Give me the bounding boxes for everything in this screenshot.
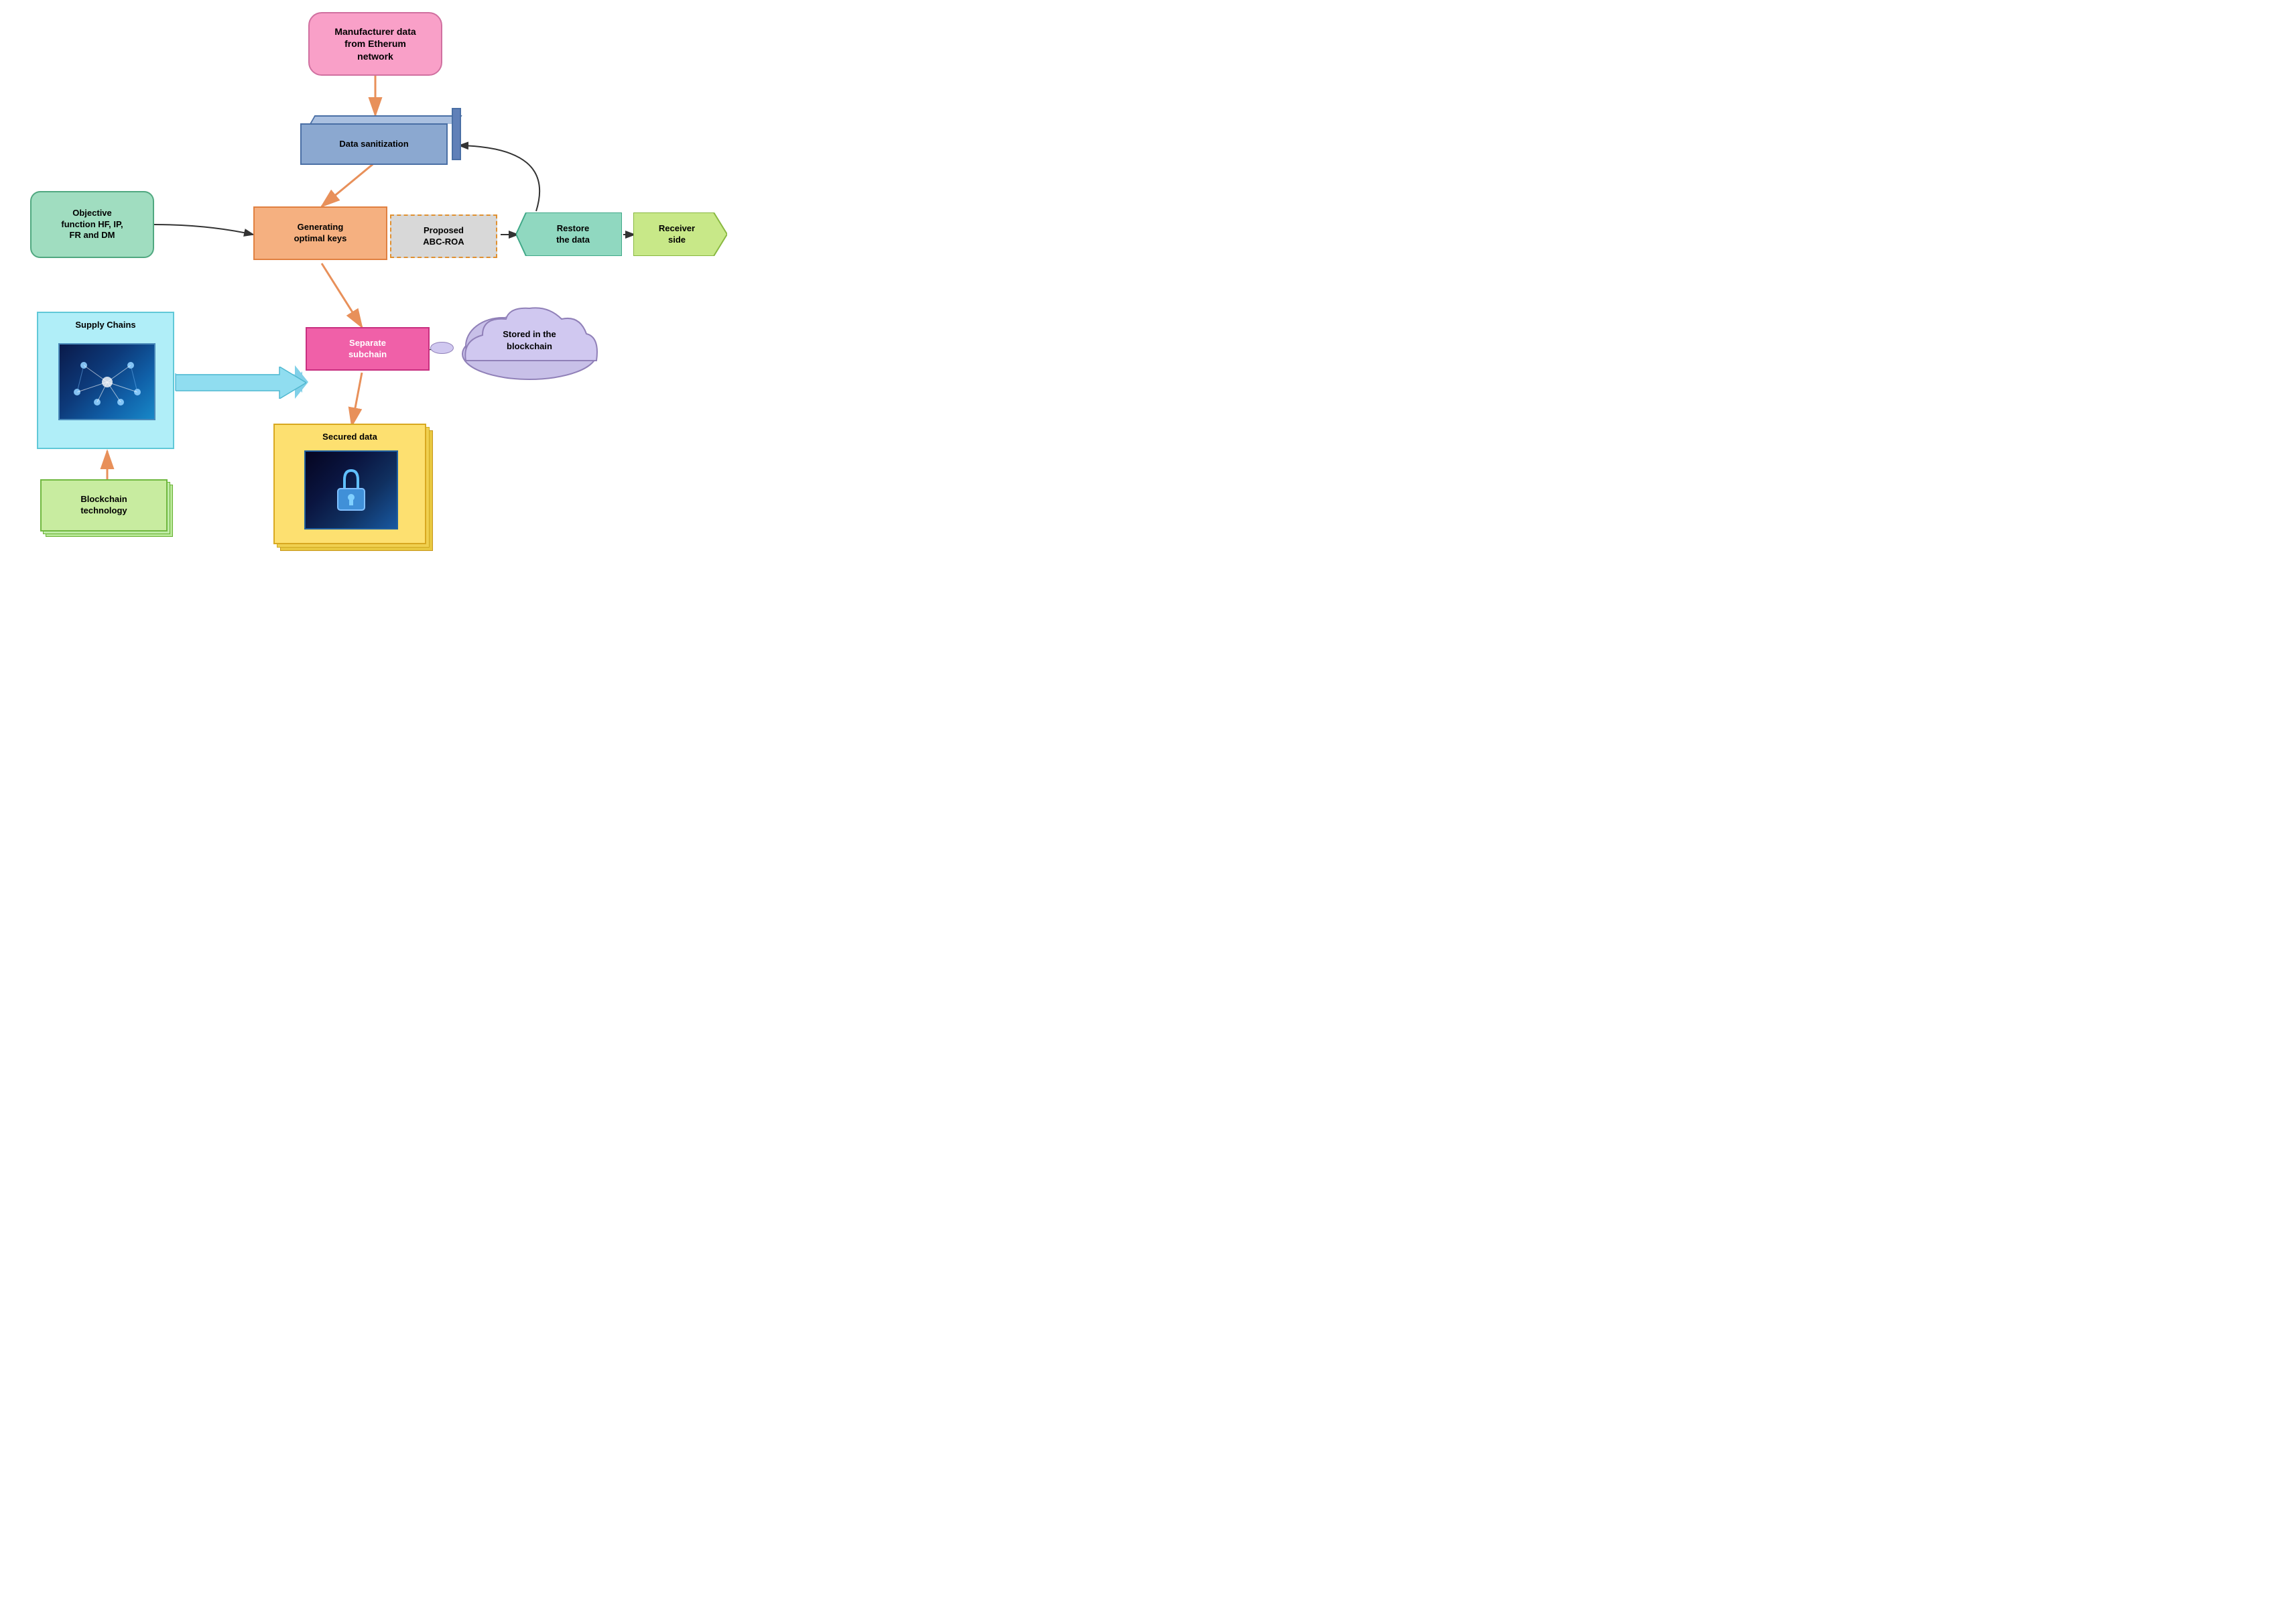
secured-data-stack: Secured data: [273, 424, 441, 558]
supply-image: [58, 343, 155, 420]
objective-label: Objective function HF, IP, FR and DM: [61, 208, 123, 242]
manufacturer-box: Manufacturer data from Etherum network: [308, 12, 442, 76]
network-svg: [64, 349, 151, 416]
subchain-label: Separate subchain: [348, 338, 387, 361]
abc-roa-box: Proposed ABC-ROA: [390, 214, 497, 258]
optimal-keys-box: Generating optimal keys: [253, 206, 387, 260]
abc-roa-label: Proposed ABC-ROA: [423, 225, 464, 248]
cloud-label: Stored in the blockchain: [503, 329, 556, 351]
restore-box: Restore the data: [516, 212, 622, 256]
blockchain-cloud: Stored in the blockchain: [449, 300, 610, 381]
secured-image: [304, 450, 398, 530]
secured-title: Secured data: [275, 432, 425, 442]
receiver-label: Receiver side: [659, 223, 695, 246]
sanitization-container: Data sanitization: [300, 115, 461, 169]
diagram-container: Manufacturer data from Etherum network D…: [0, 0, 804, 570]
subchain-box: Separate subchain: [306, 327, 430, 371]
objective-box: Objective function HF, IP, FR and DM: [30, 191, 154, 258]
supply-arrow: [176, 367, 306, 399]
restore-label: Restore the data: [556, 223, 590, 246]
subchain-connector: [430, 342, 454, 354]
supply-chains-box: Supply Chains: [37, 312, 174, 449]
lock-icon: [331, 465, 371, 515]
optimal-keys-label: Generating optimal keys: [294, 222, 347, 245]
blockchain-tech-label: Blockchain technology: [80, 494, 127, 517]
manufacturer-label: Manufacturer data from Etherum network: [334, 25, 416, 62]
supply-title: Supply Chains: [38, 320, 173, 330]
blockchain-tech-stack: Blockchain technology: [40, 479, 174, 546]
sanitization-label: Data sanitization: [339, 139, 408, 150]
supply-arrow-svg: [176, 367, 306, 399]
receiver-box: Receiver side: [633, 212, 727, 256]
